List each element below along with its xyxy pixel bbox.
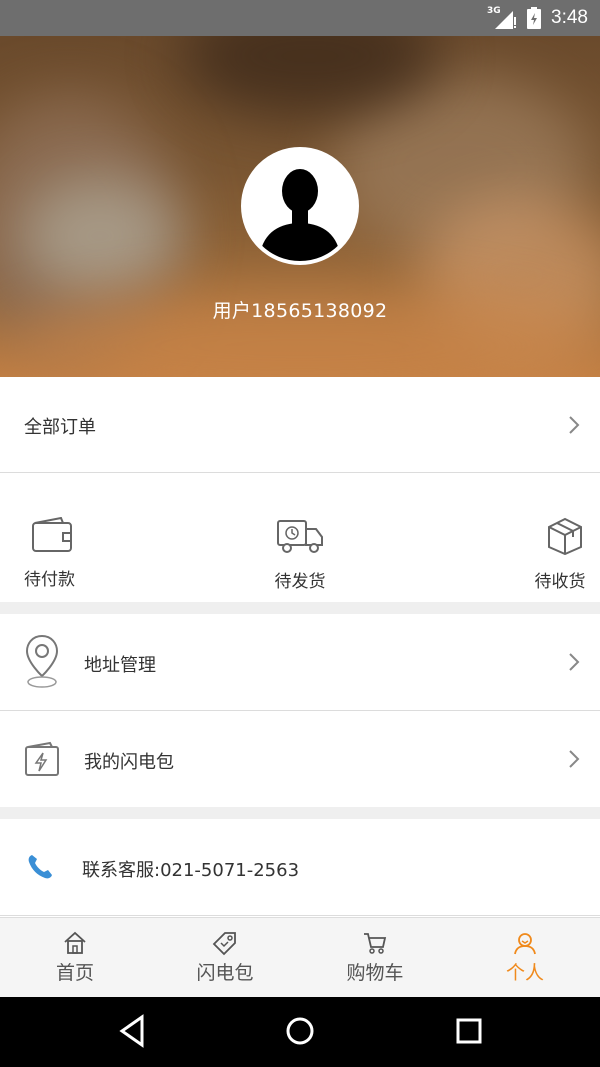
divider	[0, 915, 600, 916]
bottom-tab-bar: 首页 闪电包 购物车 个人	[0, 917, 600, 997]
home-icon	[64, 931, 86, 954]
contact-service-row[interactable]: 联系客服:021-5071-2563	[0, 819, 600, 915]
lightning-wallet-icon	[25, 741, 59, 776]
tab-label: 个人	[505, 962, 544, 984]
chevron-right-icon	[569, 416, 580, 434]
status-pending-receipt[interactable]: 待收货	[528, 517, 592, 592]
tab-label: 闪电包	[196, 962, 254, 984]
profile-icon	[514, 933, 536, 955]
section-gap	[0, 602, 600, 614]
tab-label: 购物车	[346, 962, 404, 984]
status-pending-shipment[interactable]: 待发货	[266, 517, 334, 592]
order-status-row: 待付款 待发货 待收货	[0, 473, 600, 602]
status-bar-right: 3G 3:48	[487, 0, 588, 36]
all-orders-row[interactable]: 全部订单	[0, 377, 600, 473]
my-wallet-row[interactable]: 我的闪电包	[0, 711, 600, 807]
tab-profile[interactable]: 个人	[450, 918, 600, 998]
phone-icon	[28, 855, 52, 879]
network-signal-icon: 3G	[487, 6, 517, 30]
service-label: 联系客服:021-5071-2563	[82, 860, 300, 881]
status-label: 待收货	[534, 572, 586, 592]
status-label: 待发货	[274, 572, 326, 592]
tab-cart[interactable]: 购物车	[300, 918, 450, 998]
home-button-icon[interactable]	[285, 1014, 315, 1048]
recents-icon[interactable]	[455, 1014, 483, 1048]
username: 用户18565138092	[212, 300, 388, 322]
profile-header: 用户18565138092	[0, 36, 600, 377]
package-box-icon	[548, 517, 582, 556]
delivery-truck-icon	[277, 520, 323, 553]
all-orders-label: 全部订单	[24, 417, 96, 438]
tab-label: 首页	[55, 962, 94, 984]
chevron-right-icon	[569, 750, 580, 768]
wallet-icon	[32, 516, 72, 552]
tab-home[interactable]: 首页	[0, 918, 150, 998]
wallet-label: 我的闪电包	[84, 752, 174, 773]
tab-lightning-wallet[interactable]: 闪电包	[150, 918, 300, 998]
cart-icon	[364, 933, 387, 954]
location-pin-icon	[25, 634, 59, 688]
tag-icon	[212, 932, 236, 956]
status-bar: 3G 3:48	[0, 0, 600, 36]
section-gap	[0, 807, 600, 819]
status-label: 待付款	[24, 570, 75, 590]
back-icon[interactable]	[118, 1014, 146, 1048]
user-silhouette-icon	[245, 151, 355, 261]
address-label: 地址管理	[84, 655, 156, 676]
clock: 3:48	[551, 7, 588, 28]
avatar[interactable]	[241, 147, 359, 265]
address-management-row[interactable]: 地址管理	[0, 614, 600, 710]
system-nav-bar	[0, 997, 600, 1067]
status-pending-payment[interactable]: 待付款	[20, 516, 84, 590]
battery-icon	[527, 7, 542, 29]
chevron-right-icon	[569, 653, 580, 671]
